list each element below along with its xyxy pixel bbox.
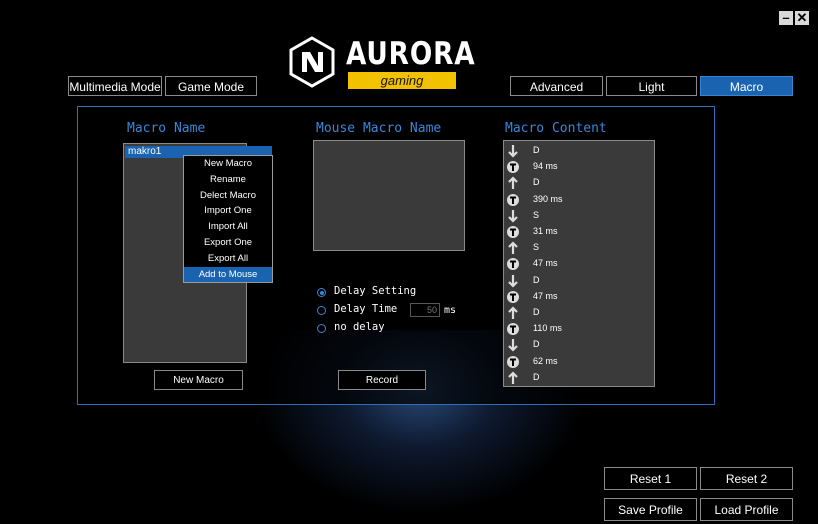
delay-time-label: Delay Time: [334, 303, 398, 315]
menu-item-rename[interactable]: Rename: [184, 172, 272, 188]
macro-content-row[interactable]: 47 ms: [505, 256, 655, 272]
record-button[interactable]: Record: [338, 370, 426, 390]
tab-advanced[interactable]: Advanced: [510, 76, 603, 96]
macro-content-heading: Macro Content: [505, 121, 607, 136]
macro-content-text: S: [533, 209, 540, 220]
macro-content-text: D: [533, 339, 540, 350]
macro-content-text: 390 ms: [533, 193, 563, 204]
delay-timer-icon: [506, 193, 520, 207]
macro-content-text: D: [533, 145, 540, 155]
macro-content-text: 47 ms: [533, 258, 558, 269]
tab-light[interactable]: Light: [606, 76, 697, 96]
delay-timer-icon: [506, 322, 520, 336]
logo-emblem-icon: [289, 36, 335, 88]
load-profile-button[interactable]: Load Profile: [700, 498, 793, 521]
delay-timer-icon: [506, 355, 520, 369]
tab-multimedia-mode[interactable]: Multimedia Mode: [68, 76, 162, 96]
key-up-icon: [506, 371, 520, 385]
delay-timer-icon: [506, 290, 520, 304]
aurora-logo: AURORA gaming: [286, 34, 475, 90]
menu-item-export-all[interactable]: Export All: [184, 251, 272, 267]
key-up-icon: [506, 306, 520, 320]
macro-content-row[interactable]: 31 ms: [505, 224, 655, 240]
macro-content-text: 47 ms: [533, 290, 558, 301]
key-up-icon: [506, 241, 520, 255]
macro-content-row[interactable]: D: [505, 143, 655, 159]
logo-brand-text: AURORA: [346, 36, 476, 72]
context-menu: New Macro Rename Delect Macro Import One…: [183, 155, 273, 283]
delay-unit-label: ms: [444, 305, 457, 316]
delay-timer-icon: [506, 257, 520, 271]
new-macro-button[interactable]: New Macro: [154, 370, 243, 390]
delay-timer-icon: [506, 160, 520, 174]
no-delay-radio[interactable]: [317, 324, 326, 333]
macro-content-row[interactable]: 110 ms: [505, 321, 655, 337]
minimize-button[interactable]: –: [779, 11, 793, 25]
key-down-icon: [506, 338, 520, 352]
key-down-icon: [506, 144, 520, 158]
reset-2-button[interactable]: Reset 2: [700, 467, 793, 490]
macro-content-text: 31 ms: [533, 226, 558, 236]
macro-content-row[interactable]: D: [505, 337, 655, 353]
menu-item-delete-macro[interactable]: Delect Macro: [184, 188, 272, 204]
macro-content-row[interactable]: 390 ms: [505, 192, 655, 208]
menu-item-import-one[interactable]: Import One: [184, 203, 272, 219]
tab-macro[interactable]: Macro: [700, 76, 793, 96]
no-delay-label: no delay: [334, 321, 385, 333]
logo-subtitle: gaming: [348, 72, 456, 89]
close-button[interactable]: ✕: [795, 11, 809, 25]
macro-content-text: 110 ms: [533, 323, 562, 334]
macro-content-text: 62 ms: [533, 355, 558, 366]
delay-setting-radio[interactable]: [317, 288, 326, 297]
reset-1-button[interactable]: Reset 1: [604, 467, 697, 490]
menu-item-add-to-mouse[interactable]: Add to Mouse: [184, 266, 272, 283]
macro-content-text: D: [533, 371, 540, 382]
delay-setting-label: Delay Setting: [334, 285, 417, 297]
menu-item-new-macro[interactable]: New Macro: [184, 156, 272, 172]
macro-content-text: 94 ms: [533, 161, 558, 172]
key-down-icon: [506, 209, 520, 223]
macro-content-text: D: [533, 177, 540, 188]
macro-content-text: D: [533, 307, 540, 317]
macro-content-row[interactable]: S: [505, 240, 655, 256]
macro-name-heading: Macro Name: [127, 121, 206, 136]
macro-content-row[interactable]: 94 ms: [505, 159, 655, 175]
macro-content-row[interactable]: D: [505, 370, 655, 386]
macro-content-row[interactable]: D: [505, 175, 655, 191]
mouse-macro-list[interactable]: [313, 140, 465, 251]
menu-item-export-one[interactable]: Export One: [184, 235, 272, 251]
macro-content-text: S: [533, 242, 540, 253]
macro-content-row[interactable]: S: [505, 208, 655, 224]
menu-item-import-all[interactable]: Import All: [184, 219, 272, 235]
save-profile-button[interactable]: Save Profile: [604, 498, 697, 521]
key-up-icon: [506, 176, 520, 190]
delay-time-input[interactable]: 50: [410, 303, 440, 317]
tab-game-mode[interactable]: Game Mode: [165, 76, 257, 96]
delay-time-radio[interactable]: [317, 306, 326, 315]
macro-content-row[interactable]: D: [505, 273, 655, 289]
key-down-icon: [506, 274, 520, 288]
macro-content-text: D: [533, 274, 540, 285]
macro-content-row[interactable]: 47 ms: [505, 289, 655, 305]
macro-content-row[interactable]: D: [505, 305, 655, 321]
mouse-macro-heading: Mouse Macro Name: [316, 121, 442, 136]
delay-timer-icon: [506, 225, 520, 239]
macro-content-row[interactable]: 62 ms: [505, 354, 655, 370]
